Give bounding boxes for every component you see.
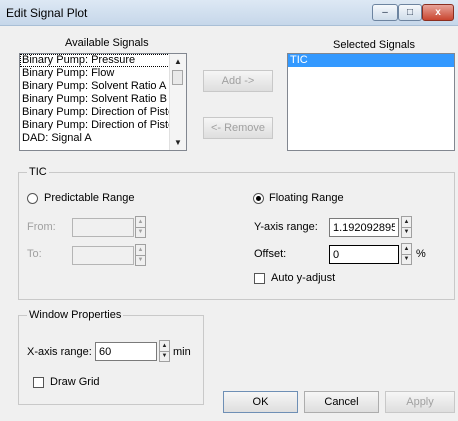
stepper-down-icon[interactable]: ▼ [160,351,169,361]
x-axis-unit: min [173,346,191,358]
stepper-down-icon[interactable]: ▼ [402,227,411,237]
window-properties-legend: Window Properties [27,309,124,321]
dialog-title: Edit Signal Plot [6,6,88,20]
list-item[interactable]: Binary Pump: Solvent Ratio A [20,80,186,93]
title-bar[interactable]: Edit Signal Plot – □ x [0,0,458,26]
offset-input[interactable] [329,245,399,264]
scroll-up-icon[interactable]: ▲ [170,54,186,69]
cancel-button[interactable]: Cancel [304,391,379,413]
auto-y-adjust-checkbox[interactable] [254,273,265,284]
list-item[interactable]: DAD: Signal A [20,132,186,145]
available-signals-list[interactable]: Binary Pump: Pressure Binary Pump: Flow … [19,53,187,151]
minimize-button[interactable]: – [372,4,398,21]
auto-y-adjust-label: Auto y-adjust [271,272,336,284]
tic-group-legend: TIC [27,166,49,178]
offset-label: Offset: [254,248,287,260]
stepper-down-icon[interactable]: ▼ [402,254,411,264]
x-axis-range-input[interactable] [95,342,157,361]
predictable-range-radio[interactable] [27,193,38,204]
x-axis-range-stepper[interactable]: ▲ ▼ [159,340,170,362]
maximize-button[interactable]: □ [398,4,422,21]
y-axis-range-input[interactable] [329,218,399,237]
from-stepper[interactable]: ▲ ▼ [135,216,146,238]
add-button[interactable]: Add -> [203,70,273,92]
scroll-thumb[interactable] [172,70,183,85]
stepper-down-icon[interactable]: ▼ [136,227,145,237]
selected-signals-list[interactable]: TIC [287,53,455,151]
apply-button[interactable]: Apply [385,391,455,413]
predictable-range-label: Predictable Range [44,192,135,204]
list-item[interactable]: Binary Pump: Direction of Piston [20,119,186,132]
close-button[interactable]: x [422,4,454,21]
available-signals-label: Available Signals [65,37,149,49]
maximize-icon: □ [406,7,414,18]
list-item[interactable]: Binary Pump: Flow [20,67,186,80]
ok-button[interactable]: OK [223,391,298,413]
to-input[interactable] [72,246,134,265]
list-item[interactable]: Binary Pump: Solvent Ratio B [20,93,186,106]
list-item[interactable]: Binary Pump: Direction of Piston [20,106,186,119]
radio-selected-icon [256,196,261,201]
to-stepper[interactable]: ▲ ▼ [135,244,146,266]
available-list-scrollbar[interactable]: ▲ ▼ [169,54,186,150]
edit-signal-plot-dialog: Edit Signal Plot – □ x Available Signals… [0,0,458,421]
list-item[interactable]: TIC [288,54,454,67]
to-label: To: [27,248,42,260]
floating-range-label: Floating Range [269,192,344,204]
offset-unit: % [416,248,426,260]
minimize-icon: – [382,7,388,18]
scroll-down-icon[interactable]: ▼ [170,135,186,150]
y-axis-range-stepper[interactable]: ▲ ▼ [401,216,412,238]
stepper-down-icon[interactable]: ▼ [136,255,145,265]
draw-grid-checkbox[interactable] [33,377,44,388]
selected-signals-label: Selected Signals [333,39,415,51]
draw-grid-label: Draw Grid [50,376,100,388]
floating-range-radio[interactable] [253,193,264,204]
list-item[interactable]: Binary Pump: Pressure [20,54,186,67]
remove-button[interactable]: <- Remove [203,117,273,139]
close-icon: x [435,7,441,18]
offset-stepper[interactable]: ▲ ▼ [401,243,412,265]
y-axis-range-label: Y-axis range: [254,221,318,233]
from-input[interactable] [72,218,134,237]
x-axis-range-label: X-axis range: [27,346,92,358]
from-label: From: [27,221,56,233]
